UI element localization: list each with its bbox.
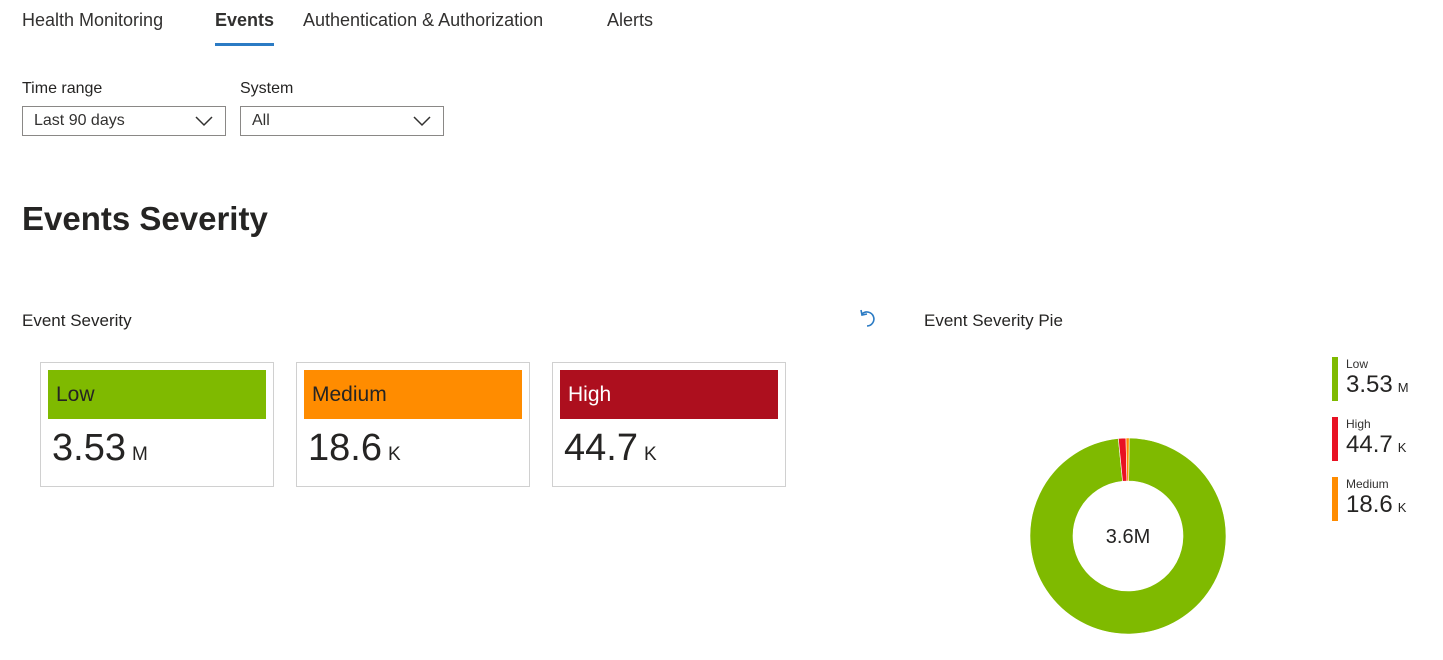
system-value: All — [252, 112, 270, 129]
tab-events[interactable]: Events — [215, 10, 275, 46]
chevron-down-icon — [195, 116, 213, 127]
severity-band-high: High — [560, 370, 778, 419]
severity-band-low: Low — [48, 370, 266, 419]
time-range-label: Time range — [22, 80, 103, 97]
tab-alerts[interactable]: Alerts — [607, 10, 653, 31]
tab-authentication-authorization[interactable]: Authentication & Authorization — [303, 10, 543, 31]
page-title: Events Severity — [22, 200, 268, 237]
chevron-down-icon — [413, 116, 431, 127]
severity-card-medium: Medium 18.6 K — [296, 362, 530, 487]
donut-center-label: 3.6M — [1106, 526, 1150, 548]
severity-label: High — [568, 383, 612, 406]
severity-value: 3.53 M — [52, 427, 148, 469]
undo-icon[interactable] — [858, 308, 880, 330]
tab-health-monitoring[interactable]: Health Monitoring — [22, 10, 163, 31]
time-range-value: Last 90 days — [34, 112, 125, 129]
event-severity-title: Event Severity — [22, 311, 132, 330]
system-label: System — [240, 80, 294, 97]
severity-value: 44.7 K — [564, 427, 657, 469]
legend-swatch — [1332, 417, 1338, 461]
severity-label: Low — [56, 383, 95, 406]
donut-slice-medium[interactable] — [1125, 437, 1130, 482]
event-severity-donut-chart: 3.6M — [1029, 437, 1227, 635]
time-range-dropdown[interactable]: Last 90 days — [22, 106, 226, 136]
severity-card-low: Low 3.53 M — [40, 362, 274, 487]
severity-card-high: High 44.7 K — [552, 362, 786, 487]
legend-swatch — [1332, 357, 1338, 401]
event-severity-pie-title: Event Severity Pie — [924, 311, 1063, 330]
severity-band-medium: Medium — [304, 370, 522, 419]
severity-value: 18.6 K — [308, 427, 401, 469]
legend-swatch — [1332, 477, 1338, 521]
severity-label: Medium — [312, 383, 387, 406]
system-dropdown[interactable]: All — [240, 106, 444, 136]
